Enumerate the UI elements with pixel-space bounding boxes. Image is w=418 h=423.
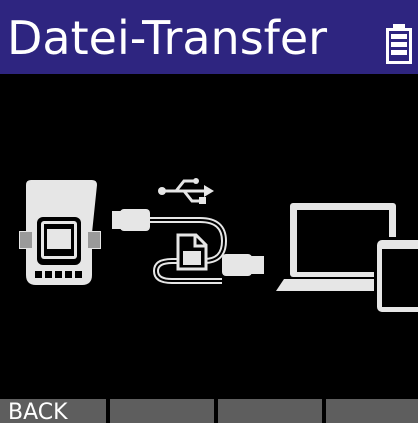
tablet-icon xyxy=(374,237,418,315)
file-icon xyxy=(176,233,208,271)
screen-title: Datei-Transfer xyxy=(7,11,328,65)
recorder-device-icon xyxy=(19,180,101,285)
function-key-4[interactable] xyxy=(326,399,418,423)
usb-symbol-icon xyxy=(158,178,214,204)
function-key-3[interactable] xyxy=(218,399,322,423)
transfer-illustration xyxy=(19,178,418,315)
function-key-2[interactable] xyxy=(110,399,214,423)
back-button[interactable]: BACK xyxy=(0,399,106,423)
function-key-bar: BACK xyxy=(0,399,418,423)
title-bar: Datei-Transfer xyxy=(0,0,418,74)
battery-icon xyxy=(386,24,412,64)
